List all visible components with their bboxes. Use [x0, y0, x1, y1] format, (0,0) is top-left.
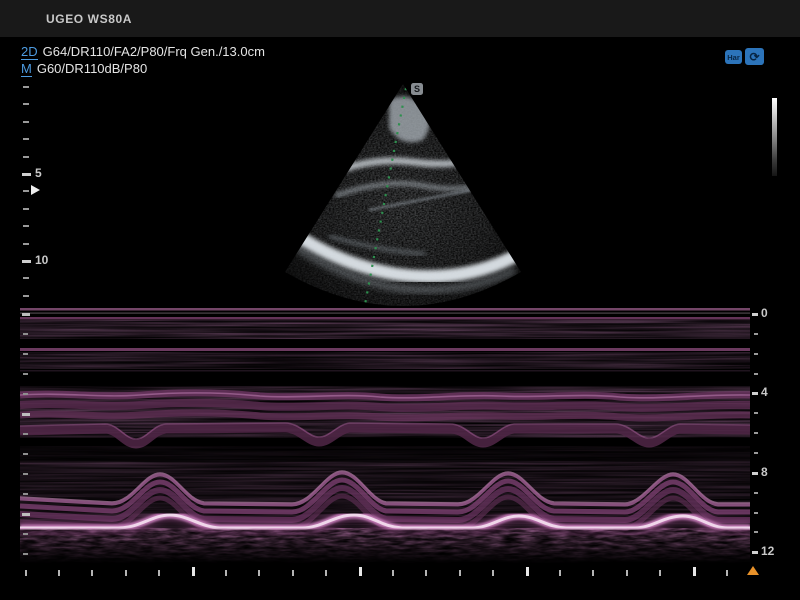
system-title: UGEO WS80A — [46, 12, 132, 26]
time-tick — [492, 570, 494, 576]
time-tick — [258, 570, 260, 576]
ruler-tick — [752, 472, 758, 475]
ruler-label: 0 — [761, 307, 768, 319]
orientation-marker-letter: S — [414, 84, 420, 94]
ruler-tick — [23, 333, 28, 335]
ruler-tick — [754, 512, 758, 514]
ruler-tick — [754, 333, 758, 335]
time-tick — [526, 567, 529, 576]
time-tick — [592, 570, 594, 576]
ruler-tick — [23, 103, 29, 105]
time-tick — [459, 570, 461, 576]
ruler-label: 8 — [761, 466, 768, 478]
ruler-tick — [23, 533, 28, 535]
time-tick — [693, 567, 696, 576]
ruler-tick — [23, 553, 28, 555]
rotate-icon-glyph: ⟳ — [749, 50, 759, 64]
ruler-tick — [23, 473, 28, 475]
ruler-tick — [22, 260, 31, 263]
ruler-tick — [752, 313, 758, 316]
harmonic-badge-label: Har — [727, 53, 740, 62]
ruler-tick — [23, 493, 28, 495]
time-tick — [158, 570, 160, 576]
ruler-label: 4 — [761, 386, 768, 398]
ruler-tick — [754, 373, 758, 375]
time-tick — [359, 567, 362, 576]
ruler-tick — [22, 513, 30, 516]
ruler-tick — [23, 277, 29, 279]
time-tick — [659, 570, 661, 576]
params-m: G60/DR110dB/P80 — [37, 61, 147, 76]
ruler-tick — [754, 412, 758, 414]
ruler-tick — [23, 225, 29, 227]
time-tick — [25, 570, 27, 576]
rotate-icon[interactable]: ⟳ — [745, 48, 764, 65]
ruler-label: 10 — [35, 254, 48, 266]
ruler-tick — [23, 121, 29, 123]
ruler-tick — [23, 433, 28, 435]
ruler-tick — [23, 156, 29, 158]
time-tick — [726, 570, 728, 576]
focus-marker-icon[interactable] — [31, 185, 40, 195]
ruler-tick — [23, 295, 29, 297]
ruler-tick — [752, 551, 758, 554]
orientation-marker: S — [411, 83, 423, 95]
ruler-tick — [22, 313, 30, 316]
ruler-label: 5 — [35, 167, 42, 179]
time-tick — [225, 570, 227, 576]
ruler-tick — [22, 413, 30, 416]
ruler-tick — [23, 190, 29, 192]
sweep-position-marker-icon[interactable] — [747, 566, 759, 575]
2d-sector-image[interactable] — [273, 78, 533, 318]
ruler-tick — [23, 373, 28, 375]
ruler-tick — [754, 452, 758, 454]
time-tick — [192, 567, 195, 576]
time-tick — [392, 570, 394, 576]
ruler-tick — [23, 393, 28, 395]
ruler-tick — [752, 392, 758, 395]
time-tick — [425, 570, 427, 576]
time-tick — [325, 570, 327, 576]
ruler-tick — [23, 353, 28, 355]
ruler-tick — [754, 432, 758, 434]
status-line-2d: 2D G64/DR110/FA2/P80/Frq Gen./13.0cm — [21, 44, 265, 60]
m-mode-image[interactable] — [20, 307, 750, 563]
status-line-m: M G60/DR110dB/P80 — [21, 61, 147, 77]
ruler-tick — [23, 243, 29, 245]
ultrasound-screen: UGEO WS80A 2D G64/DR110/FA2/P80/Frq Gen./… — [0, 0, 800, 600]
ruler-tick — [23, 453, 28, 455]
ruler-tick — [754, 492, 758, 494]
title-bar: UGEO WS80A — [0, 0, 800, 37]
ruler-tick — [754, 353, 758, 355]
time-tick — [626, 570, 628, 576]
ruler-tick — [22, 173, 31, 176]
time-tick — [58, 570, 60, 576]
ruler-label: 12 — [761, 545, 774, 557]
mode-label-m: M — [21, 61, 32, 77]
ruler-tick — [23, 86, 29, 88]
ruler-tick — [23, 208, 29, 210]
time-tick — [91, 570, 93, 576]
time-tick — [292, 570, 294, 576]
grayscale-bar — [772, 98, 777, 176]
mode-label-2d: 2D — [21, 44, 38, 60]
harmonic-badge[interactable]: Har — [725, 50, 742, 64]
ruler-tick — [23, 138, 29, 140]
time-tick — [559, 570, 561, 576]
ruler-tick — [754, 531, 758, 533]
params-2d: G64/DR110/FA2/P80/Frq Gen./13.0cm — [43, 44, 265, 59]
time-tick — [125, 570, 127, 576]
